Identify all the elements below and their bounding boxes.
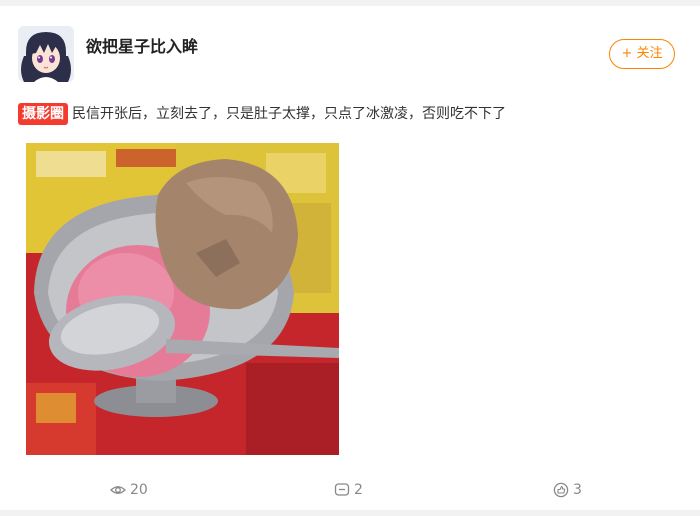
post-stats-bar: 20 2 3 bbox=[0, 478, 700, 502]
views-count: 20 bbox=[130, 482, 148, 498]
post-photo[interactable] bbox=[26, 143, 339, 455]
comment-icon bbox=[334, 482, 350, 498]
likes-count: 3 bbox=[573, 482, 582, 498]
post-text-line: 摄影圈 民信开张后，立刻去了，只是肚子太撑，只点了冰激凌，否则吃不下了 bbox=[18, 102, 506, 126]
avatar-image bbox=[18, 26, 74, 82]
thumbs-up-icon bbox=[553, 482, 569, 498]
avatar[interactable] bbox=[18, 26, 74, 82]
ice-cream-photo bbox=[26, 143, 339, 455]
post-card: 欲把星子比入眸 + 关注 摄影圈 民信开张后，立刻去了，只是肚子太撑，只点了冰激凌… bbox=[0, 6, 700, 510]
comments-count: 2 bbox=[354, 482, 363, 498]
likes-stat[interactable]: 3 bbox=[553, 478, 582, 502]
topic-tag[interactable]: 摄影圈 bbox=[18, 103, 68, 125]
views-stat[interactable]: 20 bbox=[110, 478, 148, 502]
comments-stat[interactable]: 2 bbox=[334, 478, 363, 502]
eye-icon bbox=[110, 482, 126, 498]
username[interactable]: 欲把星子比入眸 bbox=[86, 33, 198, 57]
follow-button[interactable]: + 关注 bbox=[609, 39, 675, 69]
post-text: 民信开张后，立刻去了，只是肚子太撑，只点了冰激凌，否则吃不下了 bbox=[72, 106, 506, 122]
